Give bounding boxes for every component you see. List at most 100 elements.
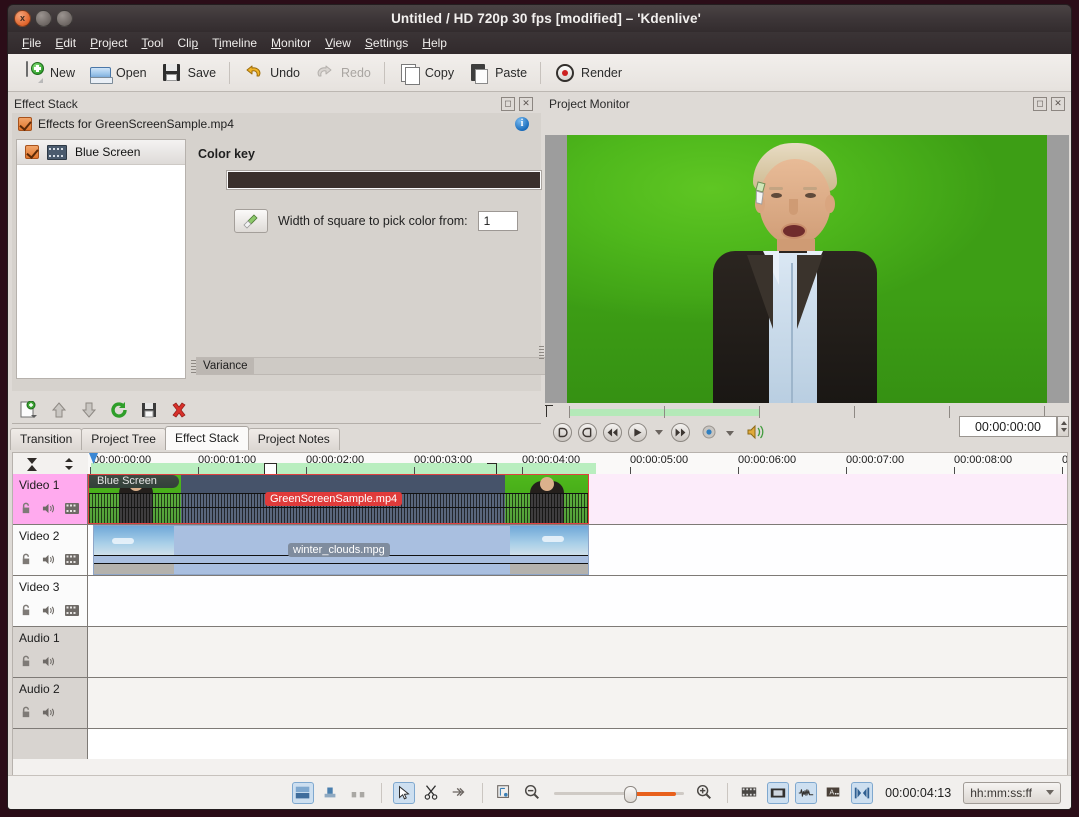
snap-icon[interactable] [851, 781, 874, 804]
menu-project[interactable]: Project [83, 34, 134, 52]
copy-button[interactable]: Copy [391, 59, 461, 87]
play-menu-dropdown[interactable] [653, 426, 665, 438]
forward-button[interactable] [671, 422, 690, 442]
mute-icon[interactable] [42, 706, 55, 722]
open-button[interactable]: Open [82, 59, 154, 87]
monitor-timecode-spinner[interactable] [1057, 416, 1069, 437]
color-key-swatch[interactable] [226, 170, 542, 190]
show-markers-comments-icon[interactable]: A [823, 782, 845, 804]
timeline-clip-winter-clouds[interactable]: winter_clouds.mpg [93, 525, 589, 575]
monitor-settings-button[interactable] [700, 423, 718, 441]
lock-icon[interactable] [19, 502, 32, 518]
undo-button[interactable]: Undo [236, 59, 307, 87]
edit-mode-normal-icon[interactable] [292, 781, 315, 804]
zoom-in-icon[interactable] [694, 782, 716, 804]
show-all-markers-icon[interactable] [739, 782, 761, 804]
show-video-thumbnails-icon[interactable] [767, 781, 790, 804]
track-height-icon[interactable] [61, 456, 77, 472]
new-button[interactable]: New [16, 59, 82, 87]
play-button[interactable] [628, 422, 647, 442]
zoom-slider-handle[interactable] [624, 785, 638, 803]
window-maximize-button[interactable] [56, 10, 73, 27]
menu-settings[interactable]: Settings [358, 34, 415, 52]
paste-button[interactable]: Paste [461, 59, 534, 87]
effects-enable-checkbox[interactable] [18, 117, 32, 131]
spacer-tool-icon[interactable] [449, 782, 471, 804]
monitor-close-icon[interactable]: ✕ [1051, 97, 1065, 111]
menu-clip[interactable]: Clip [170, 34, 205, 52]
video-icon[interactable] [65, 605, 79, 619]
tab-effect-stack[interactable]: Effect Stack [164, 426, 249, 450]
menu-timeline[interactable]: Timeline [205, 34, 264, 52]
effect-enable-checkbox[interactable] [25, 145, 39, 159]
save-button[interactable]: Save [154, 59, 224, 87]
volume-button[interactable] [746, 423, 766, 441]
tab-project-notes[interactable]: Project Notes [247, 428, 340, 450]
set-zone-end-button[interactable] [578, 422, 597, 442]
effect-stack-float-icon[interactable]: ◻ [501, 97, 515, 111]
timeline-track-video-3[interactable]: Video 3 [13, 576, 1067, 627]
window-close-button[interactable]: x [14, 10, 31, 27]
fit-zoom-icon[interactable] [494, 782, 516, 804]
timeline-zoom-slider[interactable] [554, 785, 685, 803]
timeline-track-video-2[interactable]: Video 2 winter_clouds.mpg [13, 525, 1067, 576]
move-down-icon[interactable] [80, 401, 98, 419]
mute-icon[interactable] [42, 655, 55, 671]
reset-effect-icon[interactable] [110, 401, 128, 419]
track-body-video-1[interactable]: Blue Screen GreenScreenSample.mp4 [88, 474, 1067, 524]
move-up-icon[interactable] [50, 401, 68, 419]
timeline-ruler[interactable]: 00:00:00:00 00:00:01:00 00:00:02:00 00:0… [88, 453, 1067, 475]
mute-icon[interactable] [42, 553, 55, 569]
track-body-audio-1[interactable] [88, 627, 1067, 677]
timecode-format-select[interactable]: hh:mm:ss:ff [963, 781, 1061, 804]
lock-icon[interactable] [19, 604, 32, 620]
edit-mode-insert-icon[interactable] [348, 782, 370, 804]
video-icon[interactable] [65, 554, 79, 568]
rewind-button[interactable] [603, 422, 622, 442]
timeline-track-video-1[interactable]: Video 1 Blue Screen GreenScreenSample.mp… [13, 474, 1067, 525]
menu-view[interactable]: View [318, 34, 358, 52]
variance-section[interactable]: Variance [191, 346, 547, 375]
timeline-clip-greenscreen[interactable]: Blue Screen GreenScreenSample.mp4 [88, 474, 589, 524]
effect-stack-close-icon[interactable]: ✕ [519, 97, 533, 111]
effects-list[interactable]: Blue Screen [16, 139, 186, 379]
menu-edit[interactable]: Edit [48, 34, 83, 52]
menu-help[interactable]: Help [415, 34, 454, 52]
redo-button[interactable]: Redo [307, 59, 378, 87]
effect-list-item-blue-screen[interactable]: Blue Screen [17, 140, 185, 165]
track-header-video-1[interactable]: Video 1 [13, 474, 88, 524]
monitor-float-icon[interactable]: ◻ [1033, 97, 1047, 111]
razor-tool-icon[interactable] [421, 782, 443, 804]
tab-transition[interactable]: Transition [10, 428, 83, 450]
track-header-video-2[interactable]: Video 2 [13, 525, 88, 575]
select-tool-icon[interactable] [393, 781, 416, 804]
render-button[interactable]: Render [547, 59, 629, 87]
mute-icon[interactable] [42, 604, 55, 620]
tab-project-tree[interactable]: Project Tree [81, 428, 166, 450]
info-icon[interactable]: i [515, 117, 529, 131]
settings-dropdown[interactable] [724, 426, 736, 438]
monitor-timecode-field[interactable]: 00:00:00:00 [959, 416, 1057, 437]
lock-icon[interactable] [19, 706, 32, 722]
track-header-video-3[interactable]: Video 3 [13, 576, 88, 626]
zone-start-marker-icon[interactable] [24, 456, 40, 472]
lock-icon[interactable] [19, 655, 32, 671]
window-minimize-button[interactable] [35, 10, 52, 27]
show-audio-thumbnails-icon[interactable] [795, 781, 818, 804]
monitor-video-display[interactable] [545, 135, 1069, 403]
mute-icon[interactable] [42, 502, 55, 518]
timeline-track-audio-1[interactable]: Audio 1 [13, 627, 1067, 678]
delete-effect-icon[interactable] [170, 401, 188, 419]
menu-file[interactable]: File [15, 34, 48, 52]
timeline-playhead[interactable] [89, 453, 98, 464]
track-body-video-3[interactable] [88, 576, 1067, 626]
zoom-out-icon[interactable] [522, 782, 544, 804]
video-icon[interactable] [65, 503, 79, 517]
set-zone-start-button[interactable] [553, 422, 572, 442]
monitor-playhead[interactable] [545, 405, 553, 417]
track-header-audio-2[interactable]: Audio 2 [13, 678, 88, 728]
save-effect-icon[interactable] [140, 401, 158, 419]
width-of-square-input[interactable]: 1 [477, 211, 518, 231]
menu-monitor[interactable]: Monitor [264, 34, 318, 52]
edit-mode-overwrite-icon[interactable] [320, 782, 342, 804]
